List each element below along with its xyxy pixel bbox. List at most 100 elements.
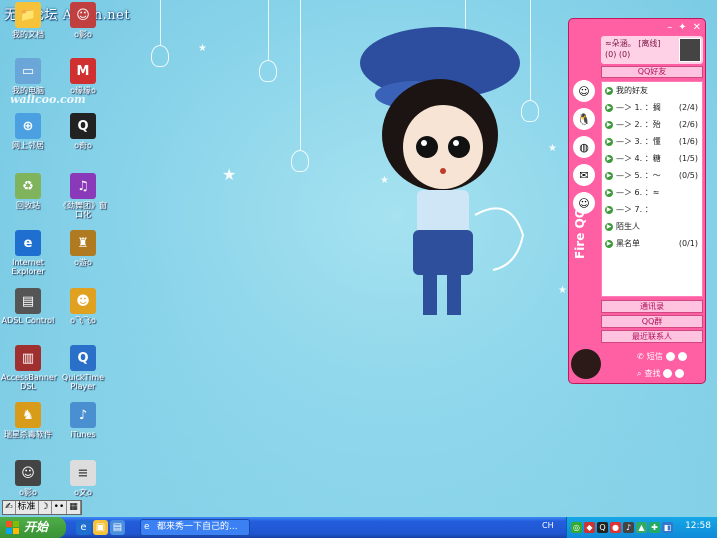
shortcut-icon: ☺ — [15, 460, 41, 486]
desktop-icon[interactable]: M o缘缘o — [56, 58, 110, 95]
friend-group[interactable]: ▶ 黑名单 (0/1) — [602, 235, 702, 252]
phone-icon: ✆ — [637, 352, 644, 361]
desktop-icon[interactable]: ♜ o游o — [56, 230, 110, 267]
network-places-icon: ⊕ — [15, 113, 41, 139]
close-icon[interactable]: ✕ — [693, 22, 701, 33]
ime-toolbar: ✍ 标准 ☽ •• ▦ — [2, 500, 82, 515]
cartoon-icon: ☻ — [70, 288, 96, 314]
minimize-icon[interactable]: – — [667, 22, 672, 33]
qq-tray-icon[interactable]: Q — [597, 522, 608, 533]
desktop-icon[interactable]: ♻ 回收站 — [1, 173, 55, 210]
browser-icon: e — [144, 522, 150, 532]
desktop-icon[interactable]: ▥ AccessBanner DSL — [1, 345, 57, 391]
recycle-bin-icon: ♻ — [15, 173, 41, 199]
qq-status: [离线] — [638, 39, 661, 48]
contacts-button[interactable]: 通讯录 — [601, 300, 703, 313]
expand-arrow-icon: ▶ — [605, 120, 613, 129]
connection-icon[interactable]: ◧ — [662, 522, 673, 533]
desktop-icon[interactable]: ☻ o飞飞o — [56, 288, 110, 325]
doll-avatar-icon[interactable]: ☺ — [573, 80, 595, 102]
friend-group[interactable]: ▶ 陌生人 — [602, 218, 702, 235]
pin-icon[interactable]: ✦ — [678, 22, 686, 33]
search-button[interactable]: ⌕ 查找 — [637, 368, 685, 379]
desktop-icon[interactable]: Q QuickTime Player — [56, 345, 110, 391]
desktop-icon[interactable]: ♫ 《劲舞团》窗口化 — [56, 173, 110, 219]
language-indicator[interactable]: CH — [542, 521, 554, 530]
desktop-icon[interactable]: e Internet Explorer — [1, 230, 55, 276]
security-icon[interactable]: ✚ — [649, 522, 660, 533]
antivirus-icon[interactable]: ◆ — [584, 522, 595, 533]
volume-icon[interactable]: ♪ — [623, 522, 634, 533]
itunes-icon: ♪ — [70, 402, 96, 428]
accessbanner-icon: ▥ — [15, 345, 41, 371]
recent-contacts-button[interactable]: 最近联系人 — [601, 330, 703, 343]
folder-icon[interactable]: ▣ — [93, 520, 108, 535]
rising-antivirus-icon: ♞ — [15, 402, 41, 428]
game-icon: ♜ — [70, 230, 96, 256]
qq-penguin-icon[interactable]: 🐧 — [573, 108, 595, 130]
ime-moon-icon[interactable]: ☽ — [39, 501, 52, 514]
tab-qq-friends[interactable]: QQ好友 — [601, 66, 703, 78]
status-icon[interactable] — [665, 352, 675, 361]
expand-arrow-icon: ▶ — [605, 239, 613, 248]
qq-user-box[interactable]: ≈朵涵。 [离线] (0) (0) — [601, 36, 703, 64]
friend-group[interactable]: ▶ —＞ 7. ： — [602, 201, 702, 218]
desktop-icon[interactable]: ▭ 我的电脑 — [1, 58, 55, 95]
tray-app-icon[interactable]: ● — [610, 522, 621, 533]
network-icon[interactable]: ◎ — [571, 522, 582, 533]
qq-group-button[interactable]: QQ群 — [601, 315, 703, 328]
globe-icon[interactable]: ◍ — [573, 136, 595, 158]
my-computer-icon: ▭ — [15, 58, 41, 84]
soft-keyboard-icon[interactable]: ▦ — [67, 501, 81, 514]
clock: 12:58 — [685, 521, 711, 531]
taskbar-window-button[interactable]: e 都来秀一下自己的... — [140, 519, 250, 536]
desktop-icon[interactable]: ♪ iTunes — [56, 402, 110, 439]
checkbox-icon[interactable] — [663, 369, 673, 378]
friend-group[interactable]: ▶ —＞ 1. ：搁 (2/4) — [602, 99, 702, 116]
desktop-icon[interactable]: ⊕ 网上邻居 — [1, 113, 55, 150]
desktop-icon[interactable]: Q o奇o — [56, 113, 110, 150]
ime-punctuation[interactable]: •• — [52, 501, 68, 514]
taskbar: 开始 e ▣ ▤ e 都来秀一下自己的... CH ◎ ◆ Q ● ♪ ▲ ✚ … — [0, 517, 717, 538]
qq-penguin-icon: Q — [70, 113, 96, 139]
friend-group[interactable]: ▶ —＞ 4. ：糖 (1/5) — [602, 150, 702, 167]
friend-group[interactable]: ▶ 我的好友 — [602, 82, 702, 99]
ime-logo-icon[interactable]: ✍ — [3, 501, 16, 514]
mail-icon[interactable]: ✉ — [573, 164, 595, 186]
desktop-icon[interactable]: ☺ o影o — [56, 2, 110, 39]
settings-icon[interactable] — [677, 352, 687, 361]
expand-arrow-icon: ▶ — [605, 137, 613, 146]
avatar[interactable] — [679, 38, 701, 62]
text-file-icon: ≡ — [70, 460, 96, 486]
windows-logo-icon — [6, 521, 19, 534]
ime-mode[interactable]: 标准 — [16, 501, 39, 514]
desktop-icon[interactable]: ☺ o影o — [1, 460, 55, 497]
qq-message-counts: (0) (0) — [605, 50, 631, 59]
desktop-icon[interactable]: ♞ 瑞星杀毒软件 — [1, 402, 55, 439]
friend-group[interactable]: ▶ —＞ 3. ：懂 (1/6) — [602, 133, 702, 150]
friend-group[interactable]: ▶ —＞ 2. ：殆 (2/6) — [602, 116, 702, 133]
expand-arrow-icon: ▶ — [605, 171, 613, 180]
desktop-icon[interactable]: ≡ o文o — [56, 460, 110, 497]
my-documents-icon: 📁 — [15, 2, 41, 28]
qq-panel: – ✦ ✕ ≈朵涵。 [离线] (0) (0) ☺ 🐧 ◍ ✉ ☺ Fire Q… — [568, 18, 706, 384]
friend-group[interactable]: ▶ —＞ 5. ：～ (0/5) — [602, 167, 702, 184]
expand-arrow-icon: ▶ — [605, 86, 613, 95]
internet-explorer-icon[interactable]: e — [76, 520, 91, 535]
doll-avatar-icon — [571, 349, 601, 379]
friend-group[interactable]: ▶ —＞ 6. ：≈ — [602, 184, 702, 201]
expand-arrow-icon: ▶ — [605, 188, 613, 197]
shield-icon[interactable]: ▲ — [636, 522, 647, 533]
qq-titlebar: – ✦ ✕ — [569, 19, 705, 35]
sms-button[interactable]: ✆ 短信 — [637, 351, 687, 362]
system-tray: ◎ ◆ Q ● ♪ ▲ ✚ ◧ 12:58 — [566, 517, 717, 538]
desktop-icon[interactable]: 📁 我的文档 — [1, 2, 55, 39]
expand-arrow-icon: ▶ — [605, 154, 613, 163]
adsl-control-icon: ▤ — [15, 288, 41, 314]
quicktime-icon: Q — [70, 345, 96, 371]
show-desktop-icon[interactable]: ▤ — [110, 520, 125, 535]
start-button[interactable]: 开始 — [0, 517, 66, 538]
qq-friend-list: ▶ 我的好友 ▶ —＞ 1. ：搁 (2/4) ▶ —＞ 2. ：殆 (2/6) ▶ —＞ … — [601, 81, 703, 297]
menu-icon[interactable] — [675, 369, 685, 378]
desktop-icon[interactable]: ▤ ADSL Control — [1, 288, 55, 325]
